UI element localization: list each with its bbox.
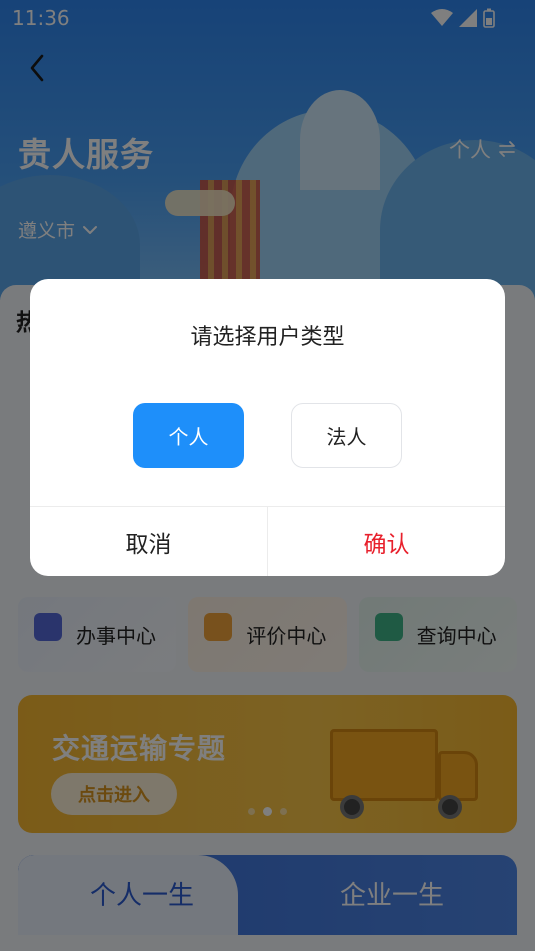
- cancel-button[interactable]: 取消: [30, 507, 268, 576]
- option-personal-button[interactable]: 个人: [133, 403, 244, 468]
- user-type-dialog: 请选择用户类型 个人 法人 取消 确认: [30, 279, 505, 576]
- dialog-title: 请选择用户类型: [190, 325, 345, 350]
- option-legal-person-button[interactable]: 法人: [291, 403, 402, 468]
- dialog-footer: 取消 确认: [30, 506, 505, 576]
- confirm-button[interactable]: 确认: [268, 507, 505, 576]
